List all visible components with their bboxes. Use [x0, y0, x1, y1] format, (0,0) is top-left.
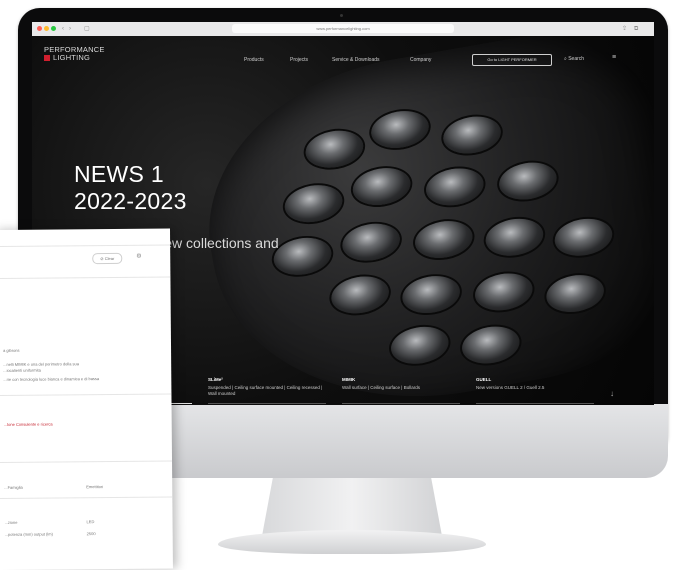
- tile-description: New versions GUELL 2 / Guell 2.5: [476, 385, 545, 390]
- tile-name: GUELL: [476, 377, 492, 382]
- spec-value: Emettitori: [86, 484, 104, 490]
- light-performer-button[interactable]: Go to LIGHT PERFORMER: [472, 54, 552, 66]
- address-bar[interactable]: www.performancelighting.com: [232, 24, 454, 33]
- panel-divider: [0, 393, 172, 396]
- nav-service-downloads[interactable]: Service & Downloads: [332, 57, 380, 63]
- description-line: ...rie con tecnologia luce bianca e dina…: [3, 376, 100, 382]
- monitor-stand: [262, 478, 442, 536]
- tile-name: SLiMe²: [208, 377, 223, 382]
- clear-filter-button[interactable]: ⊘ Clear: [92, 252, 123, 265]
- search-button[interactable]: ⌕ Search: [564, 56, 584, 62]
- spec-label: ...Famiglia: [4, 484, 23, 490]
- monitor-foot: [218, 530, 486, 554]
- nav-projects[interactable]: Projects: [290, 57, 308, 63]
- filter-icon: ⊘: [100, 256, 104, 262]
- spec-label: ...zione: [4, 519, 18, 525]
- nav-products[interactable]: Products: [244, 57, 264, 63]
- forward-icon[interactable]: ›: [69, 25, 71, 33]
- spec-value: LED: [86, 519, 95, 525]
- hero-title-line2: 2022-2023: [74, 188, 187, 214]
- description-line: ...nelli MIMIK e una del perimetro della…: [3, 361, 80, 367]
- back-icon[interactable]: ‹: [62, 25, 64, 33]
- panel-divider: [0, 244, 171, 247]
- tile-guell[interactable]: GUELL New versions GUELL 2 / Guell 2.5: [476, 377, 576, 391]
- panel-divider: [0, 496, 173, 499]
- spec-label: ...potenza (mm) output (lm): [4, 531, 53, 537]
- share-icon[interactable]: ⇪: [622, 25, 627, 33]
- site-logo[interactable]: PERFORMANCE LIGHTING: [44, 46, 105, 62]
- clear-filter-label: Clear: [104, 255, 115, 262]
- description-line: ...iocalienti uniformita: [3, 367, 41, 373]
- tile-slime[interactable]: SLiMe² Suspended | Ceiling surface mount…: [208, 377, 328, 397]
- camera-icon: [340, 14, 343, 17]
- tile-name: MIMIK: [342, 377, 356, 382]
- section-label: a gibrons: [3, 347, 20, 353]
- search-icon: ⌕: [564, 56, 567, 62]
- panel-divider: [0, 460, 173, 463]
- tile-divider: [208, 403, 326, 404]
- minimize-window-button[interactable]: [44, 26, 49, 31]
- tile-description: Suspended | Ceiling surface mounted | Ce…: [208, 385, 323, 396]
- spec-value: 2500: [86, 531, 96, 537]
- tile-mimik[interactable]: MIMIK Wall surface | Ceiling surface | B…: [342, 377, 452, 391]
- zoom-window-button[interactable]: [51, 26, 56, 31]
- luminaire-image: [183, 22, 654, 405]
- logo-mark-icon: [44, 55, 50, 61]
- product-panel: ⊘ Clear ⚙ a gibrons ...nelli MIMIK e una…: [0, 228, 173, 570]
- scroll-down-icon[interactable]: ↓: [610, 389, 614, 398]
- settings-icon[interactable]: ⚙: [136, 253, 141, 260]
- tabs-icon[interactable]: ⧉: [634, 25, 638, 33]
- consultant-note[interactable]: ...tone Consulente e ricerca: [4, 421, 53, 426]
- close-window-button[interactable]: [37, 26, 42, 31]
- logo-text-bottom: LIGHTING: [53, 53, 91, 62]
- panel-divider: [0, 276, 171, 279]
- tile-divider: [342, 403, 460, 404]
- nav-company[interactable]: Company: [410, 57, 431, 63]
- search-label: Search: [568, 56, 585, 62]
- hero-title-line1: NEWS 1: [74, 161, 164, 187]
- tile-description: Wall surface | Ceiling surface | Bollard…: [342, 385, 420, 390]
- menu-icon[interactable]: ≡: [612, 54, 616, 61]
- hero-title: NEWS 1 2022-2023: [74, 161, 187, 215]
- browser-toolbar: ‹ › ▢ www.performancelighting.com ⇪ ⧉: [32, 22, 654, 37]
- sidebar-icon[interactable]: ▢: [84, 25, 90, 33]
- tile-divider: [476, 403, 594, 404]
